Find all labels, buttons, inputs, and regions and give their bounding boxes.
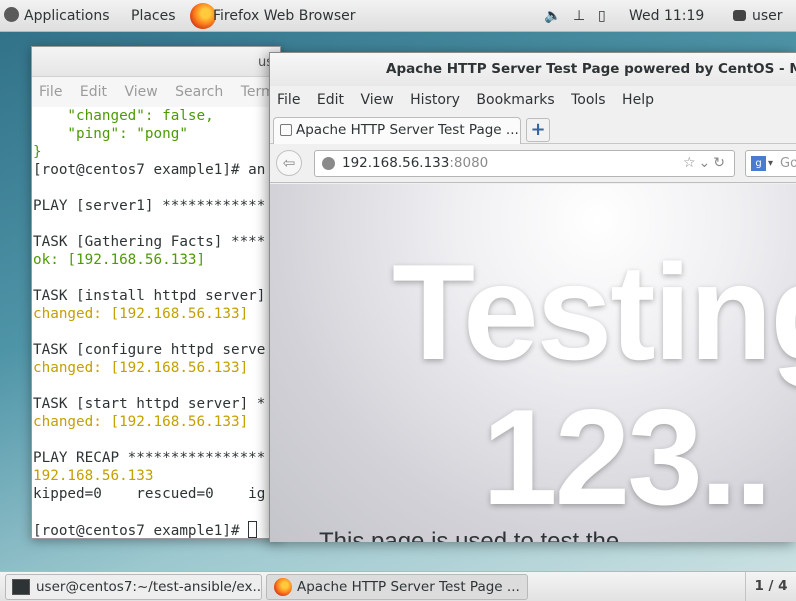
terminal-menu-file[interactable]: File: [39, 84, 62, 100]
user-label: user: [752, 8, 783, 24]
search-bar[interactable]: g ▾ Go: [745, 150, 796, 177]
terminal-line: TASK [Gathering Facts] ****: [33, 234, 266, 250]
terminal-menu-view[interactable]: View: [124, 84, 157, 100]
back-button[interactable]: ⇦: [276, 150, 302, 176]
terminal-menu-search[interactable]: Search: [175, 84, 223, 100]
ff-menu-bookmarks[interactable]: Bookmarks: [476, 92, 554, 108]
number-heading: 123..: [482, 381, 772, 533]
ff-menu-edit[interactable]: Edit: [317, 92, 344, 108]
terminal-line: PLAY RECAP ****************: [33, 450, 266, 466]
url-bar[interactable]: 192.168.56.133:8080 ☆⌄↻: [314, 150, 735, 177]
url-port: :8080: [449, 155, 489, 171]
terminal-titlebar[interactable]: us: [32, 47, 280, 77]
page-content[interactable]: Testing 123.. This page is used to test …: [270, 184, 796, 542]
search-placeholder: Go: [780, 156, 796, 171]
testing-heading: Testing: [392, 236, 796, 388]
firefox-window[interactable]: Apache HTTP Server Test Page powered by …: [269, 52, 796, 542]
firefox-titlebar[interactable]: Apache HTTP Server Test Page powered by …: [270, 53, 796, 86]
firefox-window-title: Apache HTTP Server Test Page powered by …: [386, 61, 796, 77]
terminal-line: }: [33, 144, 42, 160]
page-intro-text: This page is used to test the: [319, 528, 620, 542]
terminal-line: ok: [192.168.56.133]: [33, 252, 206, 268]
reload-icon[interactable]: ↻: [713, 155, 728, 171]
firefox-icon: [274, 578, 292, 596]
firefox-menubar: File Edit View History Bookmarks Tools H…: [270, 86, 796, 114]
back-arrow-icon: ⇦: [282, 154, 296, 172]
applications-icon: [4, 7, 19, 22]
tab-apache-test-page[interactable]: Apache HTTP Server Test Page ...: [273, 117, 521, 144]
ff-menu-view[interactable]: View: [360, 92, 393, 108]
url-host: 192.168.56.133: [342, 155, 450, 171]
terminal-line: PLAY [server1] ************: [33, 198, 266, 214]
network-icon[interactable]: ⊥: [573, 0, 585, 32]
battery-icon[interactable]: ▯: [598, 0, 606, 32]
terminal-menu-edit[interactable]: Edit: [80, 84, 107, 100]
terminal-window[interactable]: us File Edit View Search Termin "changed…: [31, 46, 281, 539]
terminal-line: [root@centos7 example1]# an: [33, 162, 266, 178]
taskbar-terminal-label: user@centos7:~/test-ansible/ex...: [36, 579, 262, 595]
terminal-prompt-line[interactable]: [root@centos7 example1]#: [33, 521, 280, 539]
clock[interactable]: Wed 11:19: [629, 0, 704, 32]
taskbar-firefox-button[interactable]: Apache HTTP Server Test Page ...: [266, 574, 528, 600]
tab-label: Apache HTTP Server Test Page ...: [296, 122, 519, 138]
terminal-icon: [12, 579, 30, 595]
new-tab-button[interactable]: +: [526, 118, 550, 142]
chat-icon: [733, 10, 746, 21]
taskbar-terminal-button[interactable]: user@centos7:~/test-ansible/ex...: [5, 574, 262, 600]
terminal-line: changed: [192.168.56.133]: [33, 414, 249, 430]
navigation-toolbar: ⇦ 192.168.56.133:8080 ☆⌄↻ g ▾ Go: [270, 144, 796, 183]
volume-icon[interactable]: 🔈: [544, 0, 561, 32]
workspace-switcher[interactable]: 1 / 4: [745, 572, 796, 601]
page-favicon-icon: [280, 124, 292, 136]
terminal-line: "changed": false,: [33, 108, 214, 124]
active-app-menu[interactable]: Firefox Web Browser: [213, 0, 356, 32]
top-panel: Applications Places Firefox Web Browser …: [0, 0, 796, 32]
ff-menu-file[interactable]: File: [277, 92, 300, 108]
search-engine-dropdown-icon[interactable]: ▾: [768, 151, 773, 176]
terminal-menubar: File Edit View Search Termin: [32, 77, 280, 107]
applications-menu[interactable]: Applications: [4, 0, 110, 32]
urlbar-icons: ☆⌄↻: [683, 151, 728, 176]
dropdown-arrow-icon[interactable]: ⌄: [699, 155, 714, 171]
google-search-engine-icon[interactable]: g: [751, 156, 766, 171]
taskbar-firefox-label: Apache HTTP Server Test Page ...: [297, 579, 520, 595]
terminal-prompt: [root@centos7 example1]#: [33, 523, 249, 539]
terminal-line: TASK [configure httpd serve: [33, 342, 266, 358]
terminal-line: changed: [192.168.56.133]: [33, 360, 249, 376]
user-menu[interactable]: user: [733, 0, 783, 32]
terminal-output[interactable]: "changed": false, "ping": "pong"} [root@c…: [32, 107, 280, 539]
terminal-line: TASK [start httpd server] *: [33, 396, 266, 412]
terminal-cursor: [248, 521, 258, 538]
terminal-line: TASK [install httpd server]: [33, 288, 266, 304]
places-menu[interactable]: Places: [131, 0, 176, 32]
bottom-taskbar: user@centos7:~/test-ansible/ex... Apache…: [0, 571, 796, 601]
terminal-line: "ping": "pong": [33, 126, 188, 142]
terminal-line: changed: [192.168.56.133]: [33, 306, 249, 322]
terminal-line: 192.168.56.133: [33, 468, 154, 484]
terminal-line: kipped=0 rescued=0 ig: [33, 486, 266, 502]
ff-menu-history[interactable]: History: [410, 92, 460, 108]
ff-menu-tools[interactable]: Tools: [571, 92, 606, 108]
globe-icon: [322, 157, 335, 170]
ff-menu-help[interactable]: Help: [622, 92, 654, 108]
tab-strip: Apache HTTP Server Test Page ... +: [270, 114, 796, 144]
bookmark-star-icon[interactable]: ☆: [683, 155, 699, 171]
applications-label: Applications: [24, 8, 110, 24]
